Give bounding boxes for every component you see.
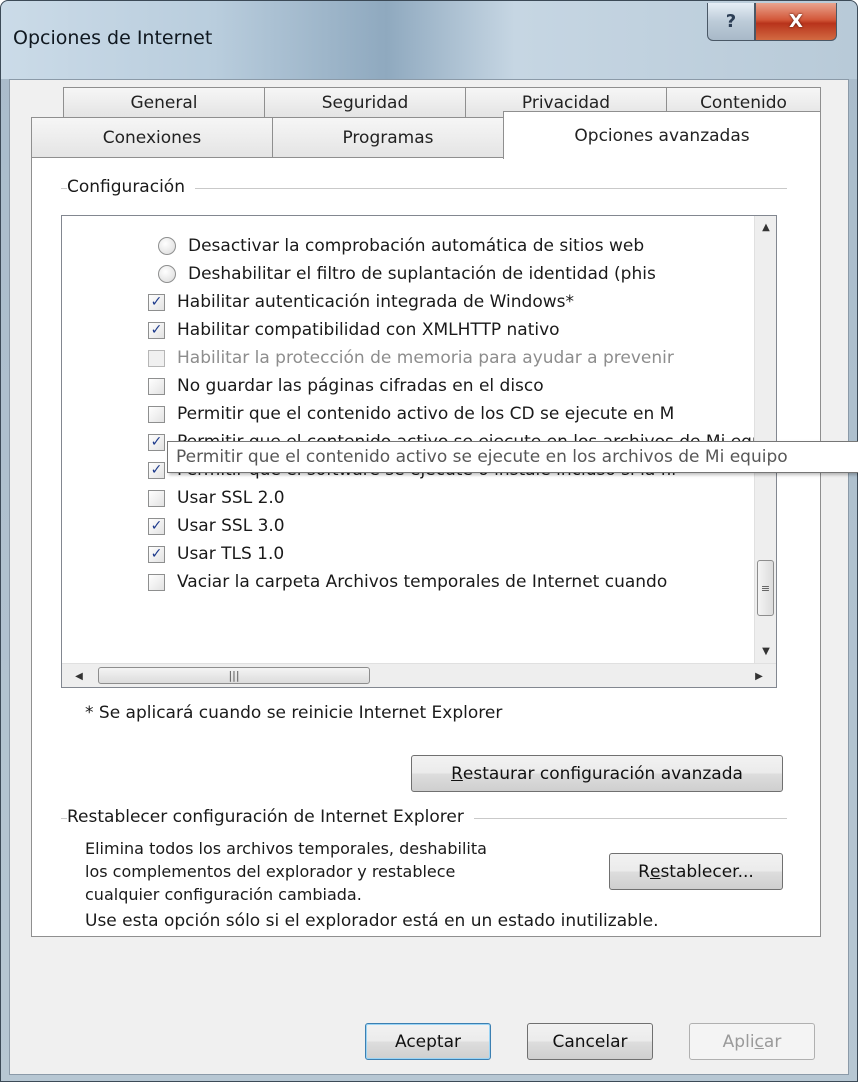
checkbox-checked[interactable]: ✓ <box>148 321 165 339</box>
checkbox-checked[interactable]: ✓ <box>148 433 165 451</box>
checkbox[interactable] <box>148 405 165 423</box>
scroll-down-icon[interactable]: ▼ <box>755 640 776 662</box>
checkbox[interactable] <box>148 377 165 395</box>
tab-seguridad[interactable]: Seguridad <box>264 87 466 117</box>
check-icon: ✓ <box>150 462 163 478</box>
tooltip: Permitir que el contenido activo se ejec… <box>167 441 858 473</box>
grip-icon: ≡ <box>760 581 771 595</box>
option-label: Desactivar la comprobación automática de… <box>188 236 645 256</box>
title-bar[interactable]: Opciones de Internet ? X <box>1 1 857 79</box>
scroll-up-icon[interactable]: ▲ <box>755 216 776 238</box>
checkbox-checked[interactable]: ✓ <box>148 545 165 563</box>
option-label: Permitir que el contenido activo de los … <box>177 404 675 424</box>
checkbox-checked[interactable]: ✓ <box>148 293 165 311</box>
check-icon: ✓ <box>150 294 163 310</box>
checkbox-option[interactable]: Permitir que el contenido activo de los … <box>148 400 674 428</box>
cancel-button[interactable]: Cancelar <box>527 1023 653 1060</box>
option-label: Habilitar autenticación integrada de Win… <box>177 292 575 312</box>
apply-button[interactable]: Apli c ar <box>689 1023 815 1060</box>
internet-options-window: Opciones de Internet ? X General Segurid… <box>0 0 858 1082</box>
grip-icon: ||| <box>228 669 240 682</box>
ok-button[interactable]: Aceptar <box>365 1023 491 1060</box>
checkbox-option[interactable]: Usar SSL 2.0 <box>148 484 285 512</box>
close-button[interactable]: X <box>755 3 837 41</box>
reset-group-label: Restablecer configuración de Internet Ex… <box>67 807 474 827</box>
tab-general[interactable]: General <box>63 87 265 117</box>
check-icon: ✓ <box>150 546 163 562</box>
scroll-right-icon[interactable]: ▶ <box>748 665 770 687</box>
reset-warning: Use esta opción sólo si el explorador es… <box>85 911 659 931</box>
radio-button[interactable] <box>158 237 176 255</box>
window-title: Opciones de Internet <box>13 27 213 49</box>
option-label: Usar TLS 1.0 <box>177 544 285 564</box>
horizontal-scroll-thumb[interactable]: ||| <box>98 667 370 684</box>
radio-button[interactable] <box>158 265 176 283</box>
help-button[interactable]: ? <box>707 3 755 41</box>
check-icon: ✓ <box>150 434 163 450</box>
checkbox-option[interactable]: ✓ Habilitar autenticación integrada de Wi… <box>148 288 574 316</box>
option-label: Usar SSL 3.0 <box>177 516 285 536</box>
option-label: Deshabilitar el filtro de suplantación d… <box>188 264 656 284</box>
checkbox[interactable] <box>148 573 165 591</box>
checkbox[interactable] <box>148 489 165 507</box>
check-icon: ✓ <box>150 518 163 534</box>
restart-note: * Se aplicará cuando se reinicie Interne… <box>85 703 503 723</box>
reset-description-line: los complementos del explorador y restab… <box>85 862 456 881</box>
help-icon: ? <box>725 11 737 32</box>
checkbox[interactable] <box>148 349 165 367</box>
check-icon: ✓ <box>150 322 163 338</box>
tab-opciones-avanzadas[interactable]: Opciones avanzadas <box>503 111 821 159</box>
reset-description-line: Elimina todos los archivos temporales, d… <box>85 839 487 858</box>
checkbox-option[interactable]: Vaciar la carpeta Archivos temporales de… <box>148 568 667 596</box>
option-label: Usar SSL 2.0 <box>177 488 285 508</box>
reset-button[interactable]: Re stablecer... <box>609 853 783 890</box>
checkbox-option[interactable]: ✓ Usar SSL 3.0 <box>148 512 285 540</box>
reset-description-line: cualquier configuración cambiada. <box>85 885 362 904</box>
vertical-scroll-thumb[interactable]: ≡ <box>757 560 774 616</box>
radio-option[interactable]: Deshabilitar el filtro de suplantación d… <box>158 260 656 288</box>
option-label: Vaciar la carpeta Archivos temporales de… <box>177 572 668 592</box>
restore-advanced-button[interactable]: Restaurar configuración avanzada <box>411 755 783 792</box>
checkbox-checked[interactable]: ✓ <box>148 461 165 479</box>
option-label: Habilitar la protección de memoria para … <box>177 348 674 368</box>
checkbox-option[interactable]: ✓ Habilitar compatibilidad con XMLHTTP na… <box>148 316 560 344</box>
checkbox-option[interactable]: Habilitar la protección de memoria para … <box>148 344 674 372</box>
option-label: No guardar las páginas cifradas en el di… <box>177 376 544 396</box>
option-label: Habilitar compatibilidad con XMLHTTP nat… <box>177 320 560 340</box>
close-icon: X <box>789 11 803 32</box>
scroll-left-icon[interactable]: ◀ <box>68 665 90 687</box>
checkbox-option[interactable]: No guardar las páginas cifradas en el di… <box>148 372 544 400</box>
tab-programas[interactable]: Programas <box>272 117 504 158</box>
checkbox-checked[interactable]: ✓ <box>148 517 165 535</box>
horizontal-scrollbar[interactable]: ◀ ||| ▶ <box>62 663 776 687</box>
config-group-label: Configuración <box>67 177 195 197</box>
radio-option[interactable]: Desactivar la comprobación automática de… <box>158 232 644 260</box>
checkbox-option[interactable]: ✓ Usar TLS 1.0 <box>148 540 284 568</box>
tab-conexiones[interactable]: Conexiones <box>31 117 273 158</box>
